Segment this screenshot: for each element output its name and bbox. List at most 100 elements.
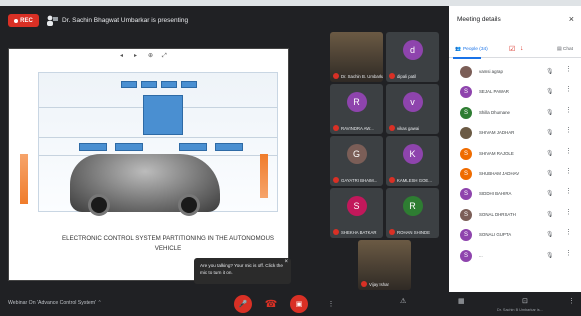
mic-icon[interactable]: 🎙 <box>546 129 554 136</box>
more-vertical-icon[interactable]: ⋮ <box>565 209 572 216</box>
mic-icon[interactable]: 🎙 <box>546 231 554 238</box>
mic-muted-icon <box>361 281 367 287</box>
more-vertical-icon[interactable]: ⋮ <box>565 250 572 257</box>
more-vertical-icon[interactable]: ⋮ <box>565 229 572 236</box>
zoom-icon[interactable]: ⊕ <box>148 53 156 59</box>
participant-tile[interactable]: K KAMLESH GOE... <box>386 136 439 186</box>
avatar <box>460 127 472 140</box>
participant-name: dipali patil <box>389 73 439 79</box>
participant-tile[interactable]: Dr. Sachin B. Umbarkar <box>330 32 383 82</box>
list-item[interactable]: S... 🎙 ⋮ <box>449 246 581 266</box>
participant-tile[interactable]: R ROHAN SHINDE <box>386 188 439 238</box>
more-vertical-icon[interactable]: ⋮ <box>565 66 572 73</box>
participant-name: ... <box>479 252 483 258</box>
mic-muted-icon <box>333 73 339 79</box>
participant-name-label: Vijay Ishar <box>369 281 389 287</box>
participant-tile[interactable]: R RAVINDRA AW... <box>330 84 383 134</box>
more-vertical-icon[interactable]: ⋮ <box>565 168 572 175</box>
list-item[interactable]: S Shilla Dhumane 🎙 ⋮ <box>449 103 581 123</box>
more-vertical-icon[interactable]: ⋮ <box>565 148 572 155</box>
more-vertical-icon[interactable]: ⋮ <box>565 86 572 93</box>
end-call-button[interactable]: ☎ <box>262 295 280 313</box>
mic-muted-icon <box>389 125 395 131</box>
arrow-down-icon[interactable]: ↓ <box>520 45 524 52</box>
vehicle-illustration <box>70 154 220 216</box>
participant-name: SHEKHA BATKAR <box>333 229 383 235</box>
prev-icon[interactable]: ◂ <box>120 53 128 59</box>
avatar: S <box>460 249 472 262</box>
diagram-block <box>121 81 137 88</box>
tab-chat[interactable]: ▤ Chat <box>557 47 573 52</box>
list-item[interactable]: vamsi agrap 🎙 ⋮ <box>449 62 581 82</box>
chevron-up-icon[interactable]: ⌃ <box>98 300 102 306</box>
more-vertical-icon[interactable]: ⋮ <box>565 127 572 134</box>
participant-name-label: ROHAN SHINDE <box>397 229 430 235</box>
slide-caption-line: ELECTRONIC CONTROL SYSTEM PARTITIONING I… <box>61 235 275 242</box>
participant-name: ROHAN SHINDE <box>389 229 439 235</box>
participant-tile[interactable]: G GAYATRI BHAIM... <box>330 136 383 186</box>
more-vertical-icon[interactable]: ⋮ <box>565 188 572 195</box>
participant-name-label: SHEKHA BATKAR <box>341 229 377 235</box>
mic-icon[interactable]: 🎙 <box>546 252 554 259</box>
diagram-block <box>215 143 243 151</box>
participant-name: RAVINDRA AW... <box>333 125 383 131</box>
panel-title: Meeting details <box>457 16 501 23</box>
list-item[interactable]: S SIDDHI BAHIRA 🎙 ⋮ <box>449 184 581 204</box>
captions-icon: ⚠ <box>400 298 407 305</box>
more-vertical-icon: ⋮ <box>568 298 575 305</box>
more-options-button[interactable]: ⋮ <box>322 295 340 313</box>
recording-label: REC <box>20 17 33 24</box>
participant-tile[interactable]: v vikas gawai <box>386 84 439 134</box>
participant-name: SHIVAM RAJOLE <box>479 150 514 156</box>
avatar: S <box>460 229 472 242</box>
participant-name-label: vikas gawai <box>397 125 420 131</box>
list-item[interactable]: S SONALI GUPTA 🎙 ⋮ <box>449 225 581 245</box>
wheel-icon <box>88 194 110 216</box>
mic-icon[interactable]: 🎙 <box>546 68 554 75</box>
mic-icon[interactable]: 🎙 <box>546 109 554 116</box>
diagram-central-block <box>143 95 183 135</box>
diagram-block <box>79 143 107 151</box>
diagram-band <box>39 137 277 138</box>
close-icon[interactable]: × <box>569 14 574 24</box>
overflow-button[interactable]: ⋮ <box>568 297 575 305</box>
participant-name: SONALI GUPTA <box>479 232 512 238</box>
mic-icon[interactable]: 🎙 <box>546 211 554 218</box>
avatar: S <box>460 147 472 160</box>
bottom-bar: Webinar On 'Advance Control System' ⌃ 🎤 … <box>0 292 581 316</box>
list-item[interactable]: S SHUBHAM JADHAV 🎙 ⋮ <box>449 164 581 184</box>
more-vertical-icon[interactable]: ⋮ <box>565 107 572 114</box>
present-button[interactable]: ⊡ <box>522 297 528 305</box>
meeting-name: Webinar On 'Advance Control System' ⌃ <box>8 300 102 306</box>
list-item[interactable]: S SHIVAM RAJOLE 🎙 ⋮ <box>449 144 581 164</box>
mic-muted-icon <box>333 177 339 183</box>
list-item[interactable]: SHIVAM JADHAR 🎙 ⋮ <box>449 123 581 143</box>
participant-tile[interactable]: S SHEKHA BATKAR <box>330 188 383 238</box>
diagram-block <box>115 143 143 151</box>
captions-button[interactable]: ⚠ <box>400 297 406 305</box>
next-icon[interactable]: ▸ <box>134 53 142 59</box>
mic-muted-icon <box>333 229 339 235</box>
list-item[interactable]: S SEJAL PAWAR 🎙 ⋮ <box>449 82 581 102</box>
close-icon[interactable]: × <box>284 259 288 266</box>
participant-tile[interactable]: Vijay Ishar <box>358 240 411 290</box>
list-item[interactable]: S SONAL DHRSATH 🎙 ⋮ <box>449 205 581 225</box>
people-icon: 👥 <box>455 47 461 52</box>
mic-icon[interactable]: 🎙 <box>546 150 554 157</box>
orange-arrow-down-icon <box>260 154 268 198</box>
avatar: R <box>402 196 423 216</box>
mic-icon[interactable]: 🎙 <box>546 88 554 95</box>
mic-off-button[interactable]: 🎤 <box>234 295 252 313</box>
present-icon: ⊡ <box>522 298 528 305</box>
slide-toolbar[interactable]: ◂ ▸ ⊕ ⤢ <box>120 53 170 59</box>
participant-name-label: dipali patil <box>397 73 417 79</box>
camera-off-button[interactable]: ▣ <box>290 295 308 313</box>
mic-icon[interactable]: 🎙 <box>546 190 554 197</box>
participant-name-label: RAVINDRA AW... <box>341 125 374 131</box>
layout-button[interactable]: ▦ <box>458 297 465 305</box>
mic-icon[interactable]: 🎙 <box>546 170 554 177</box>
tab-people[interactable]: 👥 People (34) <box>453 47 488 59</box>
participant-tile[interactable]: d dipali patil <box>386 32 439 82</box>
fullscreen-icon[interactable]: ⤢ <box>162 53 170 59</box>
checkbox-icon[interactable]: ☑ <box>509 45 515 53</box>
